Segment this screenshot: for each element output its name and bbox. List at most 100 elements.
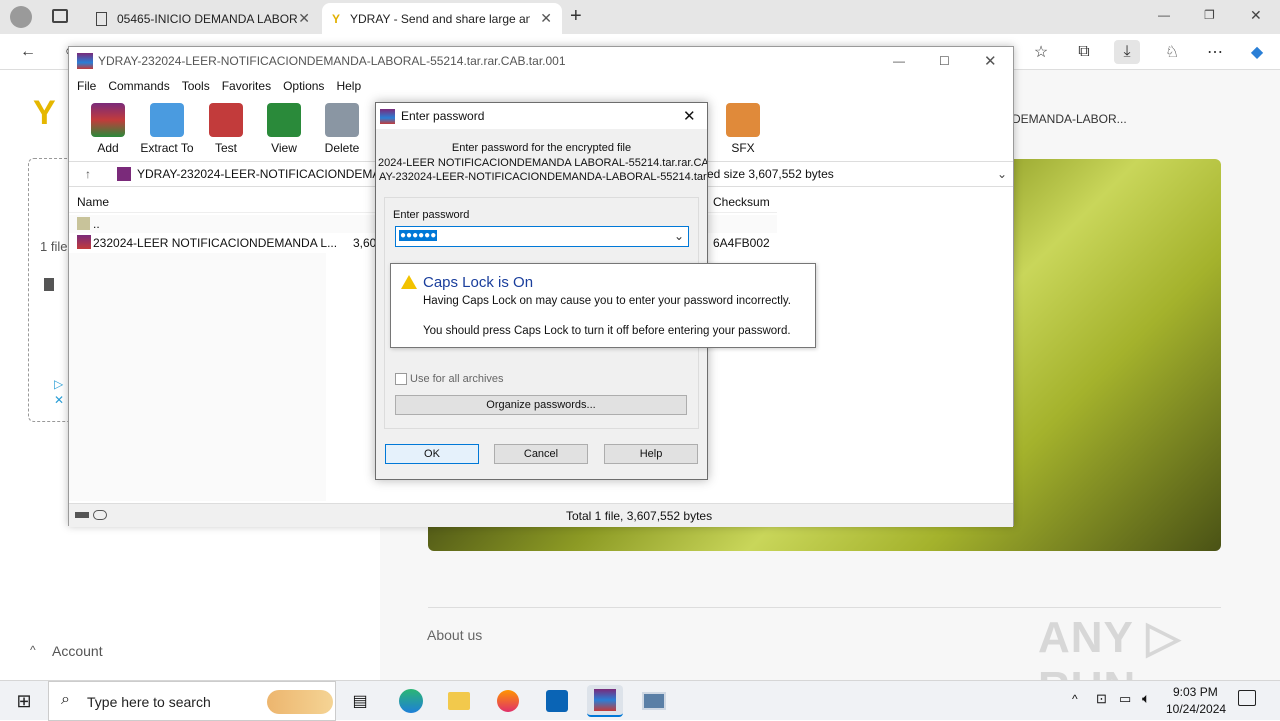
ydray-logo-icon: Y [33,94,56,132]
delete-label: Delete [324,141,360,155]
use-all-checkbox[interactable] [395,373,407,385]
search-placeholder: Type here to search [87,694,211,710]
key-icon [93,510,107,520]
winrar-title-bar: YDRAY-232024-LEER-NOTIFICACIONDEMANDA-LA… [69,47,1013,75]
tab-ydray[interactable]: Y YDRAY - Send and share large an ✕ [322,3,562,34]
winrar-app-icon[interactable] [587,685,623,717]
account-link[interactable]: Account [52,643,103,659]
file-count: 1 file [40,239,68,254]
tab-title: YDRAY - Send and share large an [350,11,531,26]
menu-options[interactable]: Options [283,79,324,93]
path-dropdown-icon[interactable]: ⌄ [997,167,1007,181]
view-book-icon [267,103,301,137]
help-button[interactable]: Help [604,444,698,464]
password-input[interactable]: ●●●●●● ⌄ [395,226,689,247]
menu-favorites[interactable]: Favorites [222,79,271,93]
view-button[interactable]: View [255,97,313,155]
menu-tools[interactable]: Tools [182,79,210,93]
search-highlight-icon [267,690,333,714]
sfx-button[interactable]: SFX [714,97,772,155]
back-arrow-icon[interactable]: ← [15,40,41,64]
clock-date[interactable]: 10/24/2024 [1166,702,1226,716]
delete-trash-icon [325,103,359,137]
add-button[interactable]: Add [79,97,137,155]
row-name: .. [93,217,100,231]
dialog-title-bar: Enter password ✕ [376,103,707,129]
close-window-button[interactable]: ✕ [1250,7,1262,24]
account-chevron-icon[interactable]: ^ [30,643,36,657]
sfx-box-icon [726,103,760,137]
organize-passwords-button[interactable]: Organize passwords... [395,395,687,415]
cancel-button[interactable]: Cancel [494,444,588,464]
collections-icon[interactable]: ⧉ [1071,40,1097,64]
add-label: Add [97,141,119,155]
menu-file[interactable]: File [77,79,96,93]
minimize-window-button[interactable]: — [1158,8,1170,22]
copilot-icon[interactable]: ◆ [1244,40,1270,64]
archive-path[interactable]: YDRAY-232024-LEER-NOTIFICACIONDEMA [137,167,380,181]
password-value: ●●●●●● [399,230,438,241]
close-tab-icon[interactable]: ✕ [540,10,552,27]
dialog-file-line: AY-232024-LEER-NOTIFICACIONDEMANDA-LABOR… [379,171,707,183]
extensions-icon[interactable]: ♘ [1159,40,1185,64]
start-windows-icon[interactable]: ⊞ [6,685,42,717]
profile-icon[interactable] [10,6,32,28]
column-checksum[interactable]: Checksum [713,195,770,209]
tray-chevron-icon[interactable]: ^ [1072,692,1078,706]
dialog-title: Enter password [401,109,485,123]
use-all-label: Use for all archives [410,373,504,385]
ok-button[interactable]: OK [385,444,479,464]
tray-device-icon[interactable]: ⊡ [1096,691,1107,707]
notification-icon[interactable] [1238,690,1256,706]
path-size-text: ed size 3,607,552 bytes [707,167,834,181]
password-dropdown-icon[interactable]: ⌄ [674,229,684,243]
test-button[interactable]: Test [197,97,255,155]
row-name: 232024-LEER NOTIFICACIONDEMANDA L... [93,236,338,250]
download-icon[interactable]: ⤓ [1114,40,1140,64]
warning-icon [401,275,417,289]
more-menu-icon[interactable]: ⋯ [1202,40,1228,64]
capslock-tooltip: Caps Lock is On Having Caps Lock on may … [390,263,816,348]
delete-button[interactable]: Delete [313,97,371,155]
taskbar-search[interactable]: ⌕ Type here to search [48,681,336,721]
document-icon [96,11,107,26]
divider-line [428,607,1221,608]
firefox-app-icon[interactable] [490,685,526,717]
extract-to-button[interactable]: Extract To [137,97,197,155]
search-icon: ⌕ [61,691,70,708]
about-us-link[interactable]: About us [427,627,482,643]
menu-commands[interactable]: Commands [108,79,169,93]
edge-app-icon[interactable] [393,685,429,717]
dialog-close-icon[interactable]: ✕ [683,107,696,125]
file-explorer-icon[interactable] [441,685,477,717]
outlook-app-icon[interactable] [539,685,575,717]
rar-file-icon [77,235,91,249]
task-view-icon[interactable]: ▤ [342,685,378,717]
network-icon[interactable]: ▭ [1119,691,1131,707]
page-header-text: DEMANDA-LABOR... [1012,112,1127,126]
ydray-favicon-icon: Y [332,11,341,26]
ad-play-icon[interactable]: ▷ [54,377,63,391]
volume-icon[interactable]: 🔈︎ [1142,690,1150,707]
up-arrow-icon[interactable]: ↑ [85,167,91,181]
drive-icon [75,512,89,518]
menu-help[interactable]: Help [336,79,361,93]
password-label: Enter password [393,209,470,221]
new-tab-button[interactable]: + [570,5,582,28]
column-name[interactable]: Name [77,195,109,209]
app-window-icon[interactable] [636,685,672,717]
winrar-menu-bar: File Commands Tools Favorites Options He… [69,75,1013,97]
browser-tab-bar: 05465-INICIO DEMANDA LABOR/ ✕ Y YDRAY - … [0,0,1280,34]
close-button[interactable]: ✕ [984,52,997,70]
ad-close-icon[interactable]: ✕ [54,393,64,407]
maximize-button[interactable]: ☐ [939,54,950,68]
tab-actions-icon[interactable] [52,9,68,23]
clock-time[interactable]: 9:03 PM [1173,685,1218,699]
tab-document[interactable]: 05465-INICIO DEMANDA LABOR/ ✕ [86,3,320,34]
minimize-button[interactable]: — [893,54,905,68]
tooltip-line: You should press Caps Lock to turn it of… [423,325,791,337]
restore-window-button[interactable]: ❐ [1204,8,1215,22]
close-tab-icon[interactable]: ✕ [298,10,310,27]
dialog-file-line: 2024-LEER NOTIFICACIONDEMANDA LABORAL-55… [378,157,707,169]
favorites-star-icon[interactable]: ☆ [1028,40,1054,64]
